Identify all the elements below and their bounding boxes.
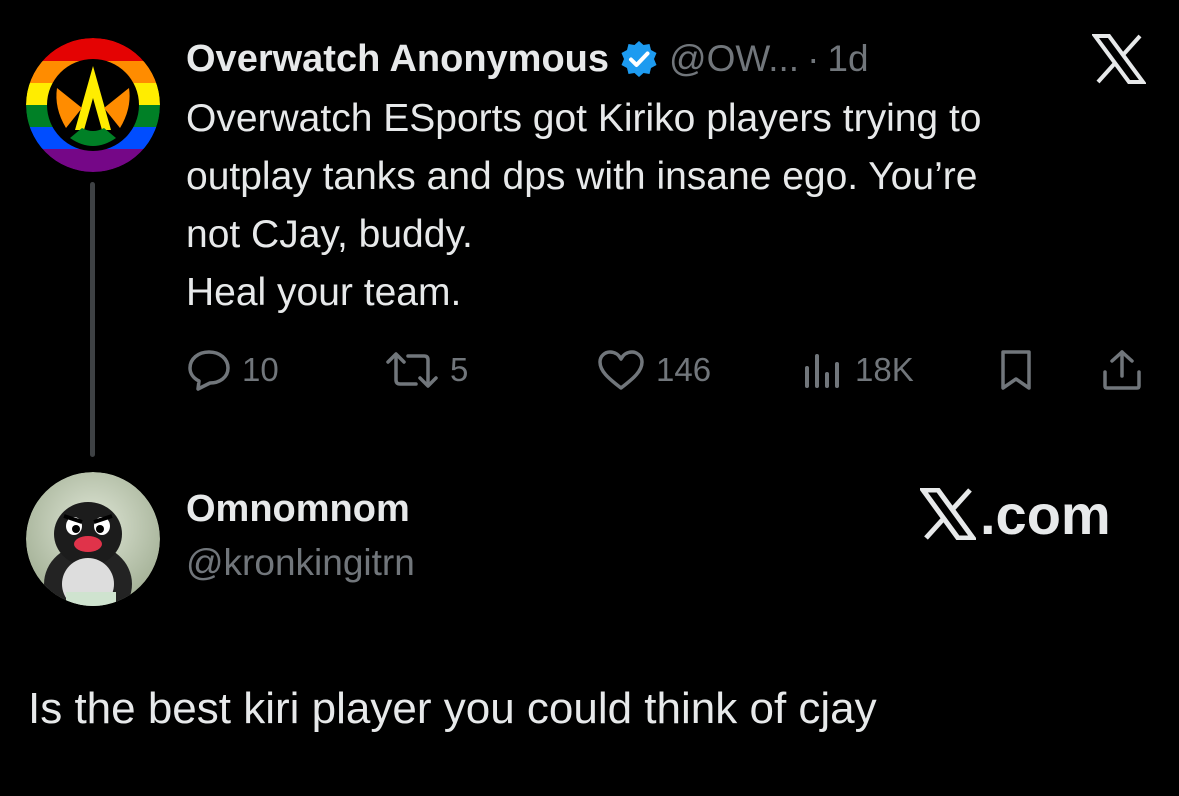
- header-separator: ·: [807, 38, 820, 79]
- repost-count: 5: [450, 351, 469, 388]
- xcom-watermark: .com: [920, 482, 1111, 546]
- watermark-text: .com: [980, 482, 1111, 546]
- share-icon: [1103, 350, 1141, 390]
- like-count: 146: [656, 351, 712, 388]
- bookmark-icon: [1001, 350, 1031, 390]
- post-body: Overwatch ESports got Kiriko players try…: [186, 90, 1156, 322]
- reply-button[interactable]: 10: [186, 340, 279, 400]
- replier-display-name[interactable]: Omnomnom: [186, 488, 410, 531]
- share-button[interactable]: [1100, 340, 1154, 400]
- post-timestamp[interactable]: 1d: [827, 38, 868, 80]
- post-line: not CJay, buddy.: [186, 213, 473, 256]
- replier-handle[interactable]: @kronkingitrn: [186, 542, 415, 584]
- post-line: Overwatch ESports got Kiriko players try…: [186, 97, 982, 140]
- replier-avatar[interactable]: [26, 472, 160, 606]
- views-button[interactable]: 18K: [801, 340, 914, 400]
- repost-icon: [386, 352, 438, 388]
- x-logo-icon: [920, 488, 976, 540]
- heart-icon: [598, 350, 644, 390]
- post-line: outplay tanks and dps with insane ego. Y…: [186, 155, 978, 198]
- screenshot-canvas: Overwatch Anonymous @OW... · 1d Overwatc…: [0, 0, 1179, 796]
- like-button[interactable]: 146: [596, 340, 711, 400]
- views-icon: [805, 354, 839, 388]
- author-display-name[interactable]: Overwatch Anonymous: [186, 38, 609, 81]
- views-count: 18K: [855, 351, 914, 388]
- angry-penguin-avatar: [26, 472, 160, 606]
- reply-text: Is the best kiri player you could think …: [28, 684, 877, 733]
- post-header: Overwatch Anonymous @OW... · 1d: [186, 34, 869, 84]
- verified-badge-icon: [621, 41, 657, 77]
- bookmark-button[interactable]: [996, 340, 1046, 400]
- x-logo-icon: [1092, 34, 1146, 84]
- reply-count: 10: [242, 351, 279, 388]
- overwatch-pride-logo: [26, 38, 160, 172]
- reply-icon: [188, 350, 230, 391]
- post-action-bar: 10 5 146 18K: [186, 340, 1146, 400]
- repost-button[interactable]: 5: [384, 340, 468, 400]
- post-line: Heal your team.: [186, 271, 462, 314]
- author-avatar[interactable]: [26, 38, 160, 172]
- thread-connector-line: [90, 182, 95, 457]
- author-handle[interactable]: @OW...: [669, 38, 799, 80]
